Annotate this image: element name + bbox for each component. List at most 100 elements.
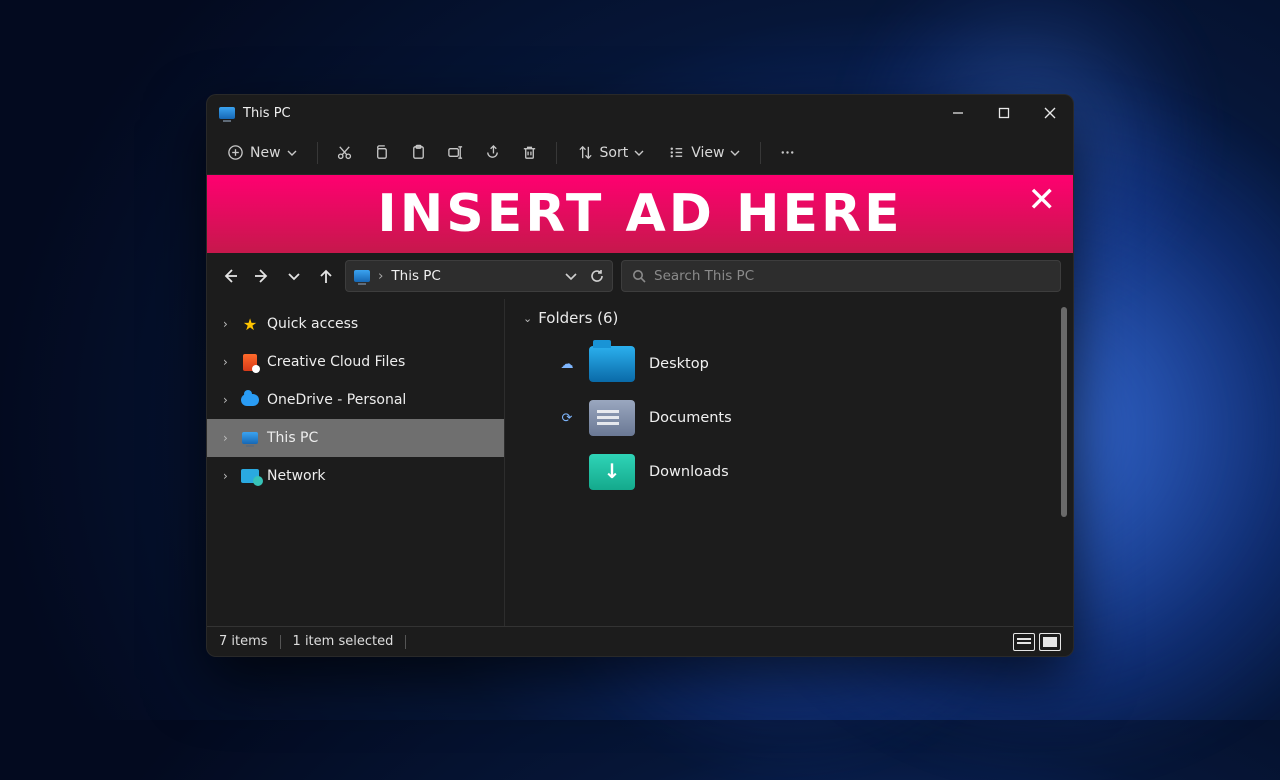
folder-icon <box>589 454 635 490</box>
folder-label: Documents <box>649 410 732 426</box>
window-controls <box>935 95 1073 131</box>
this-pc-icon <box>241 429 259 447</box>
file-explorer-window: This PC New <box>206 94 1074 657</box>
sidebar-item-this-pc[interactable]: › This PC <box>207 419 504 457</box>
details-view-toggle[interactable] <box>1013 633 1035 651</box>
folder-icon <box>589 400 635 436</box>
titlebar: This PC <box>207 95 1073 131</box>
content-pane: ⌄ Folders (6) ☁ Desktop ⟳ Documents Down… <box>505 299 1073 626</box>
copy-icon <box>373 144 390 161</box>
chevron-down-icon <box>634 148 644 158</box>
sidebar-item-onedrive[interactable]: › OneDrive - Personal <box>207 381 504 419</box>
rename-button[interactable] <box>439 138 472 167</box>
nav-row: › This PC Search This PC <box>207 253 1073 299</box>
this-pc-icon <box>219 107 235 119</box>
scissors-icon <box>336 144 353 161</box>
sidebar-item-quick-access[interactable]: › ★ Quick access <box>207 305 504 343</box>
toolbar-separator <box>317 142 318 164</box>
new-button[interactable]: New <box>217 138 307 167</box>
copy-button[interactable] <box>365 138 398 167</box>
sidebar-item-label: Network <box>267 468 325 484</box>
status-bar: 7 items 1 item selected <box>207 626 1073 656</box>
chevron-down-icon <box>730 148 740 158</box>
chevron-down-icon: ⌄ <box>523 312 532 325</box>
sync-status-icon: ⟳ <box>559 411 575 426</box>
view-button[interactable]: View <box>658 138 750 167</box>
nav-buttons <box>219 265 337 287</box>
folder-icon <box>589 346 635 382</box>
new-button-label: New <box>250 145 281 161</box>
star-icon: ★ <box>241 315 259 333</box>
creative-cloud-icon <box>241 353 259 371</box>
chevron-right-icon: › <box>378 268 383 284</box>
trash-icon <box>521 144 538 161</box>
chevron-right-icon: › <box>223 317 233 331</box>
cloud-status-icon: ☁ <box>559 357 575 372</box>
sidebar-item-label: OneDrive - Personal <box>267 392 406 408</box>
rename-icon <box>447 144 464 161</box>
sidebar-item-label: Creative Cloud Files <box>267 354 405 370</box>
sidebar: › ★ Quick access › Creative Cloud Files … <box>207 299 505 626</box>
back-button[interactable] <box>219 265 241 287</box>
status-selected-count: 1 item selected <box>293 634 394 649</box>
sort-icon <box>577 144 594 161</box>
search-placeholder: Search This PC <box>654 268 754 284</box>
status-separator <box>405 635 406 649</box>
delete-button[interactable] <box>513 138 546 167</box>
ad-text: INSERT AD HERE <box>377 184 902 244</box>
group-label: Folders (6) <box>538 309 618 327</box>
maximize-button[interactable] <box>981 95 1027 131</box>
more-button[interactable] <box>771 138 804 167</box>
sidebar-item-label: Quick access <box>267 316 358 332</box>
ad-close-button[interactable]: ✕ <box>1028 183 1060 217</box>
clipboard-icon <box>410 144 427 161</box>
sort-button-label: Sort <box>600 145 629 161</box>
folder-item-desktop[interactable]: ☁ Desktop <box>523 337 1057 391</box>
chevron-right-icon: › <box>223 431 233 445</box>
toolbar-separator <box>760 142 761 164</box>
folder-label: Desktop <box>649 356 709 372</box>
sidebar-item-creative-cloud[interactable]: › Creative Cloud Files <box>207 343 504 381</box>
chevron-down-icon[interactable] <box>564 269 578 283</box>
this-pc-icon <box>354 270 370 282</box>
sort-button[interactable]: Sort <box>567 138 655 167</box>
chevron-right-icon: › <box>223 393 233 407</box>
share-icon <box>484 144 501 161</box>
up-button[interactable] <box>315 265 337 287</box>
minimize-button[interactable] <box>935 95 981 131</box>
chevron-right-icon: › <box>223 355 233 369</box>
chevron-down-icon <box>287 148 297 158</box>
ellipsis-icon <box>779 144 796 161</box>
toolbar-separator <box>556 142 557 164</box>
forward-button[interactable] <box>251 265 273 287</box>
folder-item-documents[interactable]: ⟳ Documents <box>523 391 1057 445</box>
view-toggles <box>1013 633 1061 651</box>
scrollbar[interactable] <box>1061 307 1067 517</box>
close-button[interactable] <box>1027 95 1073 131</box>
status-separator <box>280 635 281 649</box>
folder-label: Downloads <box>649 464 729 480</box>
search-icon <box>632 269 646 283</box>
toolbar: New Sort View <box>207 131 1073 175</box>
folder-item-downloads[interactable]: Downloads <box>523 445 1057 499</box>
paste-button[interactable] <box>402 138 435 167</box>
window-title: This PC <box>243 106 291 121</box>
network-icon <box>241 467 259 485</box>
ad-banner: INSERT AD HERE ✕ <box>207 175 1073 253</box>
sidebar-item-label: This PC <box>267 430 318 446</box>
window-body: › ★ Quick access › Creative Cloud Files … <box>207 299 1073 626</box>
sidebar-item-network[interactable]: › Network <box>207 457 504 495</box>
address-bar[interactable]: › This PC <box>345 260 613 292</box>
thumbnails-view-toggle[interactable] <box>1039 633 1061 651</box>
status-item-count: 7 items <box>219 634 268 649</box>
chevron-right-icon: › <box>223 469 233 483</box>
group-header-folders[interactable]: ⌄ Folders (6) <box>523 309 1057 327</box>
cut-button[interactable] <box>328 138 361 167</box>
breadcrumb-location: This PC <box>391 268 440 284</box>
share-button[interactable] <box>476 138 509 167</box>
onedrive-icon <box>241 391 259 409</box>
search-input[interactable]: Search This PC <box>621 260 1061 292</box>
recent-locations-button[interactable] <box>283 265 305 287</box>
refresh-icon[interactable] <box>590 269 604 283</box>
view-icon <box>668 144 685 161</box>
